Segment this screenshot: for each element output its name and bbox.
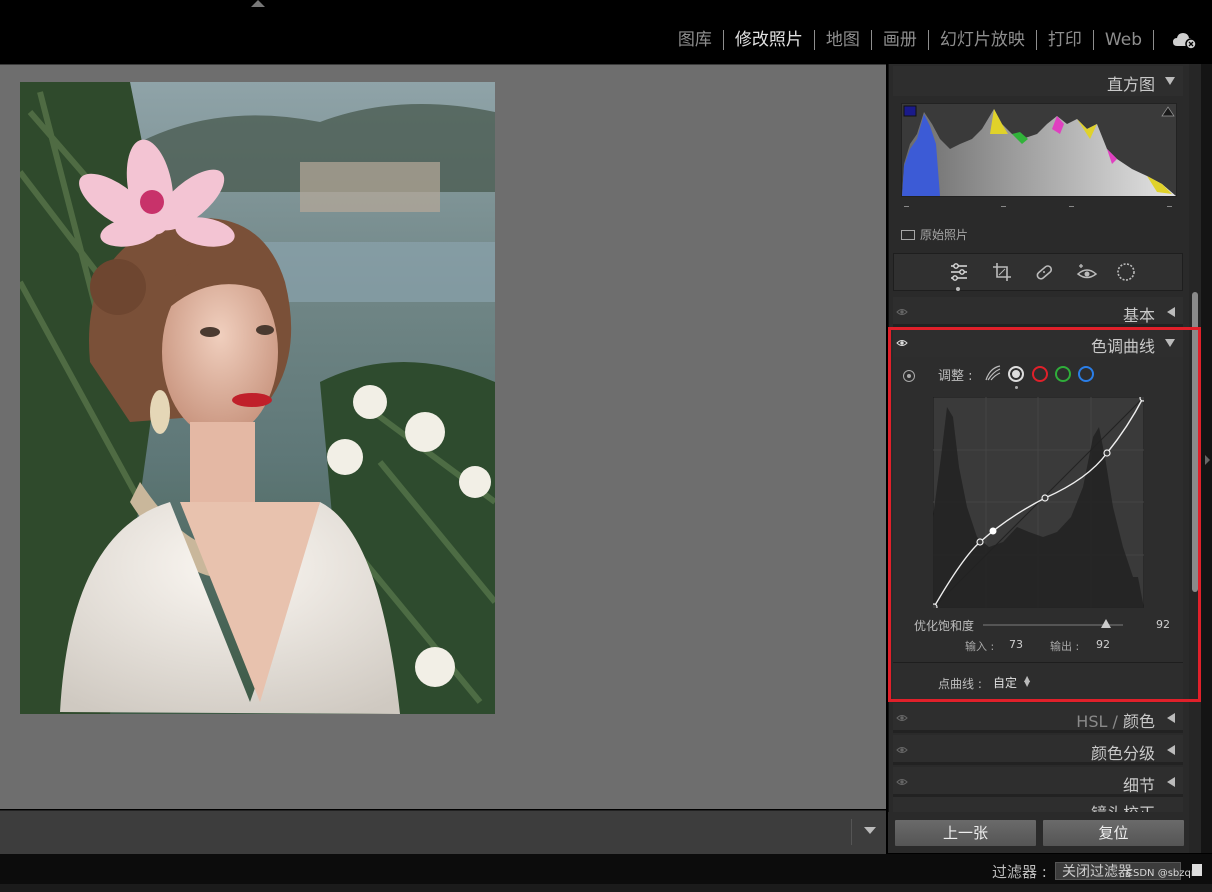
output-value: 92 — [1096, 638, 1110, 651]
panel-scrollbar-thumb[interactable] — [1192, 292, 1198, 592]
collapse-top-panel-icon[interactable] — [251, 0, 265, 7]
parametric-curve-icon[interactable] — [984, 364, 1002, 382]
filter-label: 过滤器 : — [992, 863, 1047, 881]
green-channel-button[interactable] — [1055, 366, 1071, 382]
eye-icon[interactable] — [896, 306, 908, 318]
input-label: 输入 : — [965, 640, 995, 653]
histogram-title: 直方图 — [1106, 75, 1155, 94]
panel-separator — [893, 730, 1183, 733]
input-value: 73 — [1009, 638, 1023, 651]
crop-icon[interactable] — [991, 261, 1013, 283]
target-adjustment-icon[interactable] — [903, 370, 915, 382]
collapse-right-panel-icon[interactable] — [1205, 455, 1210, 465]
module-picker: 图库 修改照片 地图 画册 幻灯片放映 打印 Web — [667, 28, 1154, 52]
saturation-label: 优化饱和度 — [914, 619, 975, 633]
module-map[interactable]: 地图 — [815, 28, 871, 52]
channel-active-dot — [1015, 386, 1018, 389]
saturation-slider-thumb[interactable] — [1101, 619, 1112, 628]
lens-correction-title: 镜头校正 — [1091, 800, 1155, 812]
filmstrip-toolbar — [0, 810, 886, 854]
module-separator — [1153, 30, 1154, 50]
detail-header[interactable]: 细节 — [893, 767, 1183, 797]
expand-triangle-icon[interactable] — [1167, 745, 1175, 755]
point-curve-select[interactable]: 自定 — [993, 674, 1017, 691]
collapse-triangle-icon[interactable] — [1165, 77, 1175, 85]
hsl-header[interactable]: HSL / 颜色 — [893, 703, 1183, 733]
healing-bandage-icon[interactable] — [1033, 261, 1055, 283]
hsl-title: HSL / 颜色 — [1076, 712, 1155, 731]
top-module-bar: 图库 修改照片 地图 画册 幻灯片放映 打印 Web — [0, 0, 1212, 62]
output-label: 输出 : — [1050, 640, 1080, 653]
basic-title: 基本 — [1122, 306, 1155, 325]
red-eye-icon[interactable] — [1076, 261, 1098, 283]
curve-point[interactable] — [976, 538, 984, 546]
red-channel-button[interactable] — [1032, 366, 1048, 382]
photo-view-area — [0, 64, 886, 809]
module-slideshow[interactable]: 幻灯片放映 — [929, 28, 1036, 52]
edit-sliders-icon[interactable] — [948, 261, 970, 283]
color-grading-header[interactable]: 颜色分级 — [893, 735, 1183, 765]
module-book[interactable]: 画册 — [872, 28, 928, 52]
toolbar-menu-chevron-icon[interactable] — [864, 827, 876, 834]
eye-icon[interactable] — [896, 744, 908, 756]
expand-triangle-icon[interactable] — [1167, 713, 1175, 723]
original-photo-label: 原始照片 — [920, 228, 969, 242]
previous-button[interactable]: 上一张 — [894, 819, 1037, 847]
detail-title: 细节 — [1122, 776, 1155, 795]
curve-point-selected[interactable] — [989, 527, 997, 535]
curve-point[interactable] — [1139, 397, 1144, 402]
point-curve-label: 点曲线 : — [938, 677, 982, 691]
module-develop[interactable]: 修改照片 — [724, 28, 814, 52]
expand-triangle-icon[interactable] — [1167, 307, 1175, 317]
active-tool-indicator — [956, 287, 960, 291]
expand-triangle-icon[interactable] — [1167, 777, 1175, 787]
histogram-ticks — [901, 200, 1175, 212]
color-grading-title: 颜色分级 — [1090, 744, 1155, 763]
tone-curve-graph[interactable] — [933, 397, 1144, 608]
watermark-text: CSDN @sbzqr — [1126, 868, 1195, 879]
saturation-value[interactable]: 92 — [1156, 618, 1170, 631]
bottom-edge — [0, 884, 1212, 892]
basic-header[interactable]: 基本 — [893, 297, 1183, 327]
edited-photo — [20, 82, 495, 714]
module-library[interactable]: 图库 — [667, 28, 723, 52]
adjust-label: 调整 : — [938, 369, 973, 384]
original-photo-toggle[interactable]: 原始照片 — [901, 226, 968, 243]
module-print[interactable]: 打印 — [1037, 28, 1093, 52]
histogram-graph — [901, 103, 1177, 197]
lens-correction-header[interactable]: 镜头校正 — [893, 797, 1183, 812]
eye-icon[interactable] — [896, 337, 908, 349]
rgb-channel-button[interactable] — [1008, 366, 1024, 382]
module-web[interactable]: Web — [1094, 28, 1153, 52]
tone-curve-header[interactable]: 色调曲线 — [893, 328, 1183, 358]
curve-point[interactable] — [933, 603, 938, 608]
eye-icon[interactable] — [896, 712, 908, 724]
curve-point[interactable] — [1041, 494, 1049, 502]
panel-separator — [893, 324, 1183, 327]
select-arrows-icon[interactable]: ▲ ▼ — [1024, 675, 1030, 688]
collapse-triangle-icon[interactable] — [1165, 339, 1175, 347]
histogram-header[interactable]: 直方图 — [893, 66, 1183, 96]
eye-icon[interactable] — [896, 776, 908, 788]
blue-channel-button[interactable] — [1078, 366, 1094, 382]
toolbar-divider — [851, 819, 852, 845]
curve-point[interactable] — [1103, 449, 1111, 457]
masking-icon[interactable] — [1115, 261, 1137, 283]
panel-separator — [893, 762, 1183, 765]
reset-button[interactable]: 复位 — [1042, 819, 1185, 847]
original-photo-checkbox[interactable] — [901, 229, 915, 240]
cloud-sync-icon[interactable] — [1172, 30, 1198, 50]
panel-separator — [893, 662, 1183, 663]
develop-tool-strip — [893, 253, 1183, 291]
tone-curve-title: 色调曲线 — [1090, 337, 1155, 356]
